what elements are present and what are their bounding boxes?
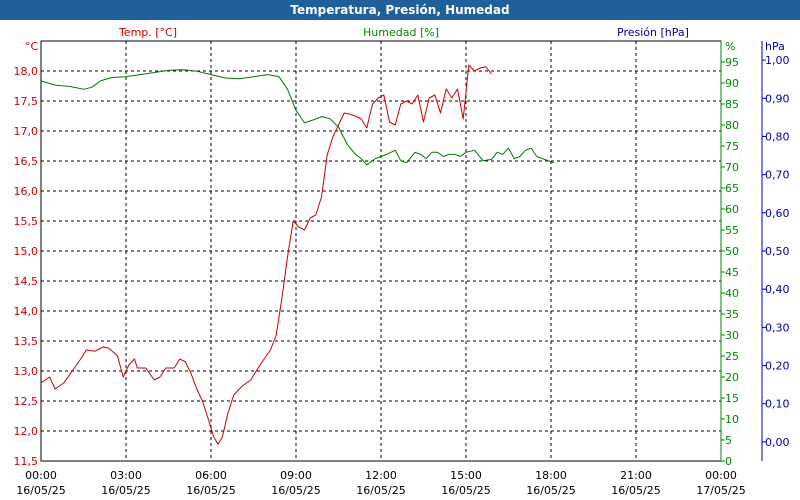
humidity-tick-label: 60 (725, 203, 739, 216)
x-tick-label-date: 16/05/25 (611, 484, 660, 497)
temp-tick-label: 12,5 (14, 395, 39, 408)
pressure-tick-label: 0,60 (765, 207, 790, 220)
temp-tick-label: 13,5 (14, 335, 39, 348)
x-tick-label-date: 16/05/25 (101, 484, 150, 497)
pressure-tick-label: 0,40 (765, 283, 790, 296)
humidity-axis-label: Humedad [%] (363, 26, 439, 39)
pressure-tick-label: 0,20 (765, 360, 790, 373)
x-tick-label-time: 15:00 (450, 469, 482, 482)
temp-tick-label: 17,5 (14, 95, 39, 108)
humidity-tick-label: 0 (725, 455, 732, 468)
humidity-tick-label: 75 (725, 140, 739, 153)
x-tick-label-date: 16/05/25 (16, 484, 65, 497)
x-tick-label-time: 00:00 (25, 469, 57, 482)
pressure-tick-label: 0,70 (765, 169, 790, 182)
humidity-tick-label: 55 (725, 224, 739, 237)
chart-window: Temperatura, Presión, Humedad 00:00 16/05… (0, 0, 800, 500)
temp-tick-label: 16,5 (14, 155, 39, 168)
x-tick-label-date: 16/05/25 (441, 484, 490, 497)
x-tick-label-time: 18:00 (535, 469, 567, 482)
humidity-tick-label: 20 (725, 371, 739, 384)
humidity-tick-label: 65 (725, 182, 739, 195)
humidity-tick-label: 85 (725, 98, 739, 111)
temp-tick-label: 14,0 (14, 305, 39, 318)
x-tick-label-time: 12:00 (365, 469, 397, 482)
chart-canvas: 00:00 16/05/25 03:00 16/05/25 06:00 16/05/25 0… (14, 26, 790, 497)
pressure-tick-label: 0,10 (765, 398, 790, 411)
humidity-tick-label: 30 (725, 329, 739, 342)
humidity-tick-label: 35 (725, 308, 739, 321)
humidity-tick-label: 90 (725, 77, 739, 90)
x-tick-label-time: 09:00 (280, 469, 312, 482)
humidity-tick-label: 50 (725, 245, 739, 258)
x-tick-label-time: 03:00 (110, 469, 142, 482)
pressure-tick-label: 0,30 (765, 321, 790, 334)
temp-tick-label: 18,0 (14, 65, 39, 78)
x-tick-label-time: 06:00 (195, 469, 227, 482)
temp-tick-label: 13,0 (14, 365, 39, 378)
temp-tick-label: 12,0 (14, 425, 39, 438)
temp-axis-label: Temp. [°C] (118, 26, 177, 39)
pressure-tick-label: 0,50 (765, 245, 790, 258)
humidity-axis-unit: % (725, 40, 735, 53)
x-tick-label-date: 16/05/25 (526, 484, 575, 497)
x-tick-label-date: 16/05/25 (271, 484, 320, 497)
temp-tick-label: 16,0 (14, 185, 39, 198)
humidity-tick-label: 10 (725, 413, 739, 426)
temp-tick-label: 15,0 (14, 245, 39, 258)
x-tick-label-time: 00:00 (705, 469, 737, 482)
humidity-tick-label: 5 (725, 434, 732, 447)
humidity-tick-label: 45 (725, 266, 739, 279)
temp-tick-label: 15,5 (14, 215, 39, 228)
pressure-tick-label: 0,80 (765, 130, 790, 143)
humidity-tick-label: 25 (725, 350, 739, 363)
pressure-axis-label: Presión [hPa] (617, 26, 689, 39)
x-tick-label-date: 16/05/25 (356, 484, 405, 497)
pressure-axis-unit: hPa (765, 40, 785, 53)
pressure-tick-label: 0,00 (765, 436, 790, 449)
humidity-tick-label: 15 (725, 392, 739, 405)
humidity-tick-label: 40 (725, 287, 739, 300)
temp-axis-unit: °C (25, 40, 39, 53)
humidity-tick-label: 95 (725, 56, 739, 69)
humidity-tick-label: 80 (725, 119, 739, 132)
temp-tick-label: 17,0 (14, 125, 39, 138)
x-tick-label-date: 16/05/25 (186, 484, 235, 497)
pressure-tick-label: 1,00 (765, 54, 790, 67)
x-tick-label-date: 17/05/25 (696, 484, 745, 497)
humidity-tick-label: 70 (725, 161, 739, 174)
temp-tick-label: 11,5 (14, 455, 39, 468)
pressure-tick-label: 0,90 (765, 92, 790, 105)
temp-tick-label: 14,5 (14, 275, 39, 288)
x-tick-label-time: 21:00 (620, 469, 652, 482)
